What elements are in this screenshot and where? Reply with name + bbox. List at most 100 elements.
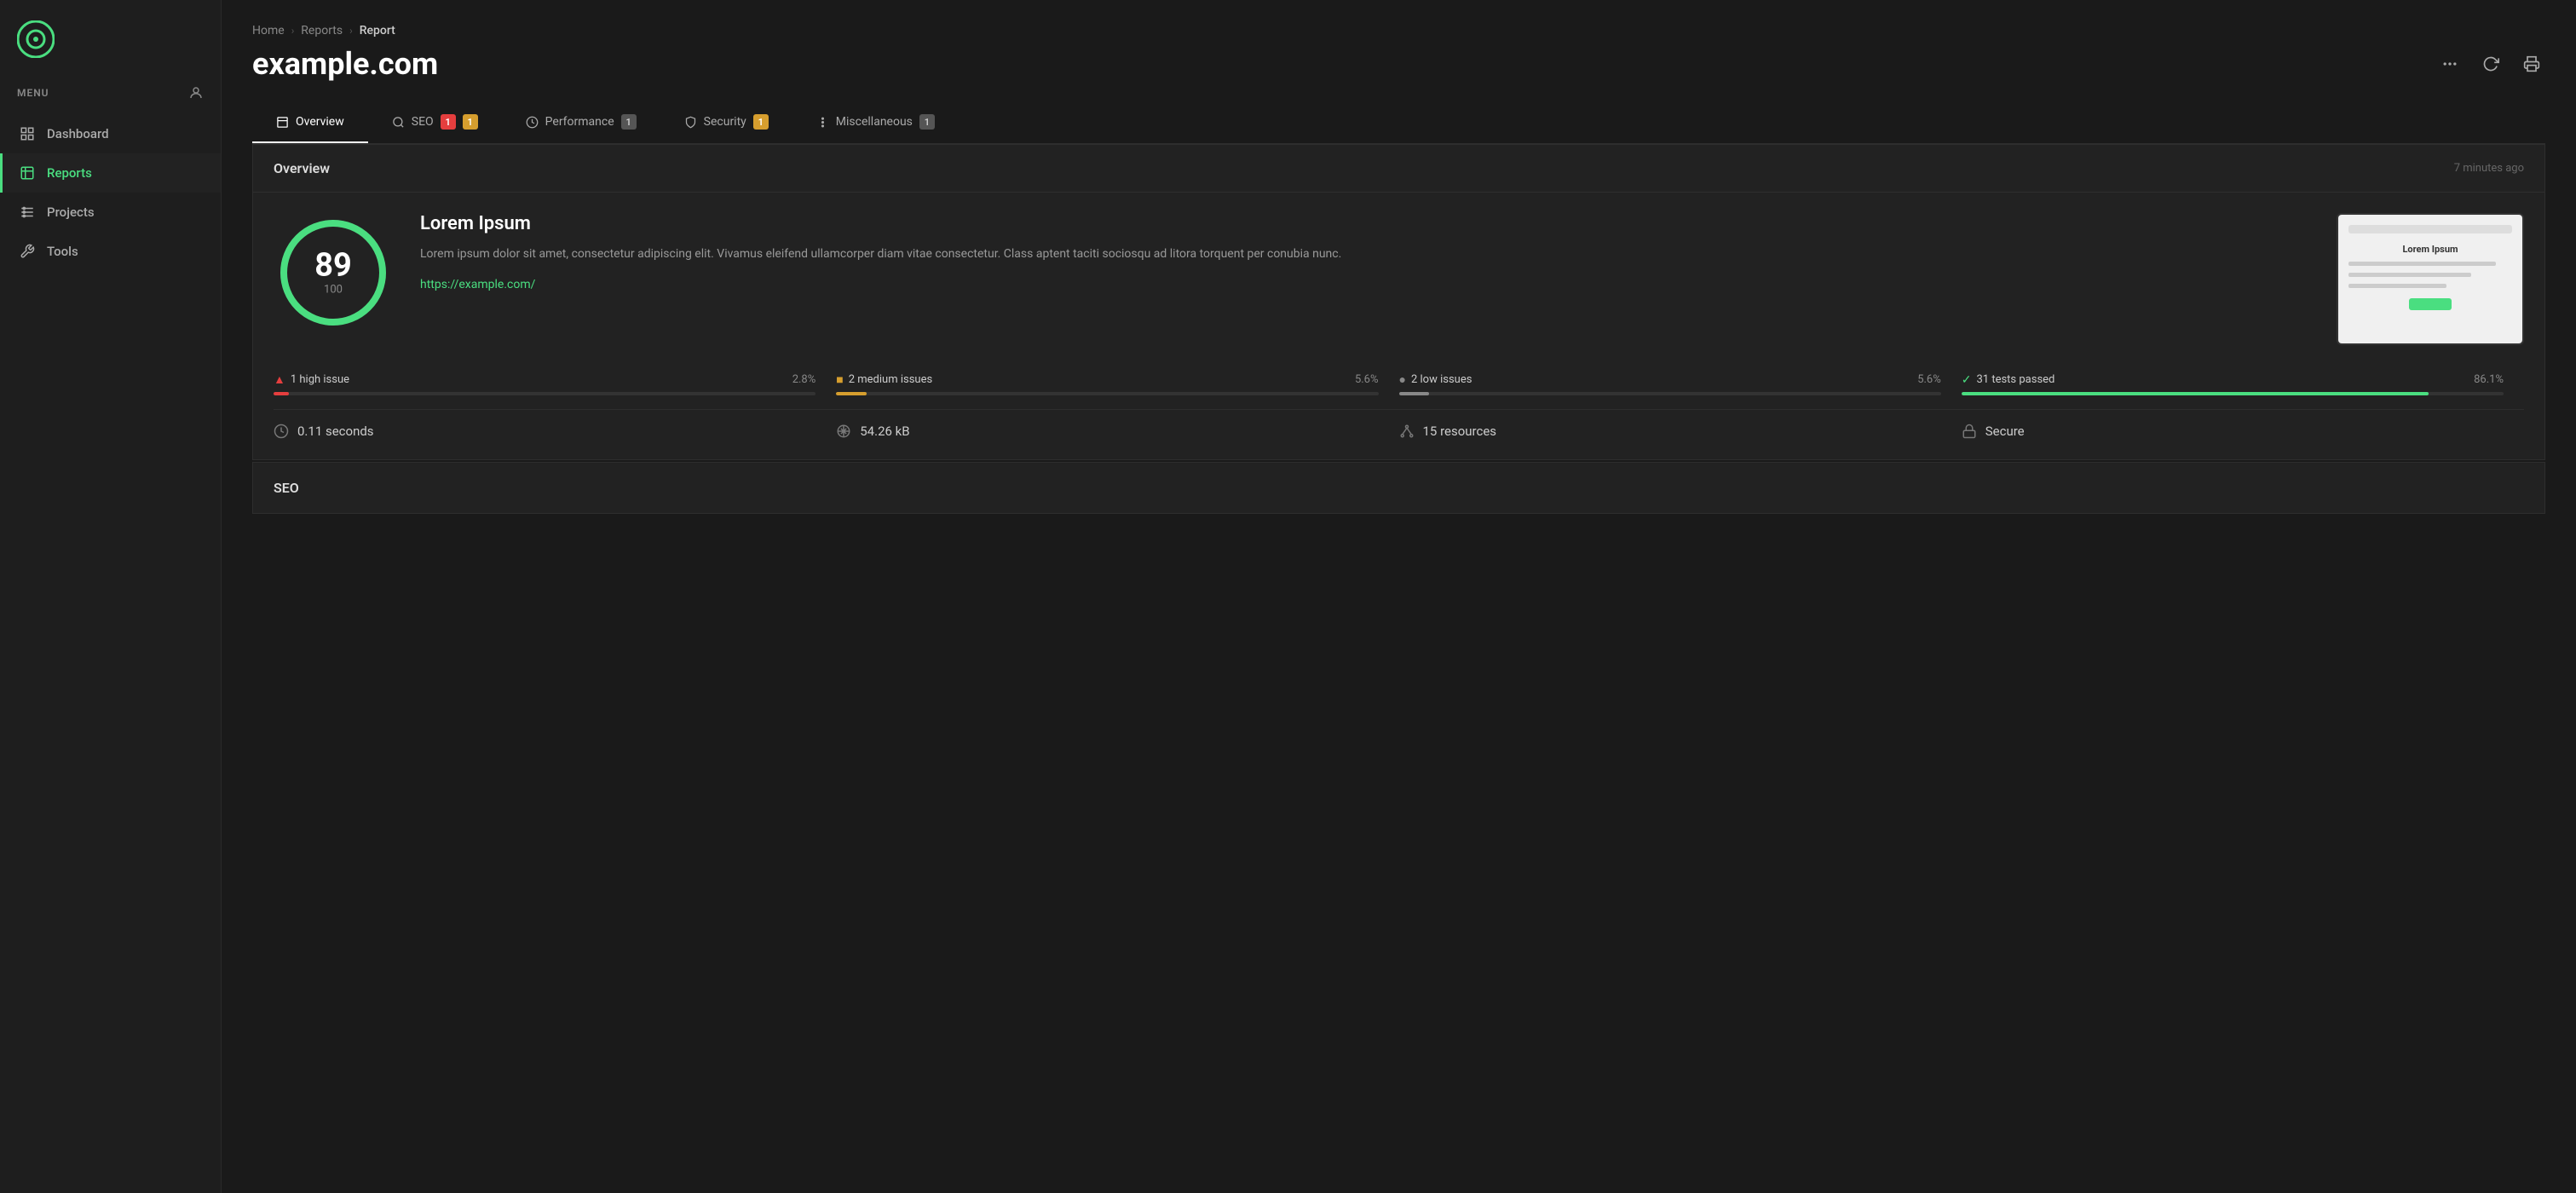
seo-section-header: SEO: [253, 463, 2544, 513]
more-button[interactable]: [2436, 50, 2464, 78]
metric-size: 54.26 kB: [836, 424, 1398, 439]
low-issue-bar-fill: [1399, 392, 1430, 395]
passed-pct: 86.1%: [2474, 373, 2504, 386]
breadcrumb: Home › Reports › Report: [252, 24, 2545, 37]
metric-time: 0.11 seconds: [274, 424, 836, 439]
logo: [0, 0, 221, 78]
preview-line-2: [2348, 273, 2471, 277]
projects-icon: [20, 205, 35, 220]
medium-issue-bar-track: [836, 392, 1378, 395]
metric-resources: 15 resources: [1399, 424, 1962, 439]
main-content: Home › Reports › Report example.com: [222, 0, 2576, 1193]
overview-top: 89 100 Lorem Ipsum Lorem ipsum dolor sit…: [274, 213, 2524, 345]
preview-thumbnail: Lorem Ipsum: [2337, 213, 2524, 345]
high-issue-pct: 2.8%: [792, 373, 816, 386]
issues-row: ▲ 1 high issue 2.8% ■: [274, 372, 2524, 395]
score-inner: 89 100: [314, 250, 352, 297]
dashboard-icon: [20, 126, 35, 141]
metric-time-value: 0.11 seconds: [297, 424, 374, 439]
tab-overview-label: Overview: [296, 115, 344, 129]
metric-size-value: 54.26 kB: [860, 424, 909, 439]
resources-icon: [1399, 424, 1415, 439]
sidebar-nav: Dashboard Reports Projects Tools: [0, 114, 221, 271]
tab-performance[interactable]: Performance 1: [502, 102, 660, 143]
breadcrumb-home[interactable]: Home: [252, 24, 285, 37]
tab-seo[interactable]: SEO 1 1: [368, 102, 502, 143]
seo-badge-red: 1: [441, 114, 456, 130]
seo-section: SEO: [252, 462, 2545, 514]
header-actions: [2436, 50, 2545, 78]
overview-url[interactable]: https://example.com/: [420, 278, 535, 291]
tab-security-label: Security: [704, 115, 746, 129]
tab-security[interactable]: Security 1: [660, 102, 792, 143]
score-value: 89: [314, 250, 352, 282]
overview-section-title: Overview: [274, 160, 330, 176]
scale-icon: [836, 424, 851, 439]
performance-badge: 1: [621, 114, 637, 130]
tabs: Overview SEO 1 1 Performance 1: [252, 102, 2545, 144]
breadcrumb-sep-1: ›: [291, 25, 295, 37]
timer-icon: [274, 424, 289, 439]
high-issue-label: 1 high issue: [291, 373, 349, 386]
score-circle: 89 100: [274, 213, 393, 332]
tab-miscellaneous[interactable]: Miscellaneous 1: [792, 102, 959, 143]
medium-issue-pct: 5.6%: [1355, 373, 1379, 386]
tab-seo-label: SEO: [412, 115, 434, 129]
breadcrumb-sep-2: ›: [349, 25, 353, 37]
projects-label: Projects: [47, 205, 95, 220]
sidebar: MENU Dashboard Reports Projects: [0, 0, 222, 1193]
preview-cta-button: [2409, 298, 2452, 310]
tab-overview[interactable]: Overview: [252, 102, 368, 143]
score-total: 100: [314, 284, 352, 297]
page-title: example.com: [252, 46, 438, 82]
sidebar-item-tools[interactable]: Tools: [0, 232, 221, 271]
reports-icon: [20, 165, 35, 181]
low-issue-icon: ●: [1399, 372, 1406, 387]
high-issue-bar-track: [274, 392, 815, 395]
metrics-row: 0.11 seconds 54.26 kB: [274, 409, 2524, 439]
sidebar-item-projects[interactable]: Projects: [0, 193, 221, 232]
issue-medium: ■ 2 medium issues 5.6%: [836, 372, 1398, 395]
overview-section-header: Overview 7 minutes ago: [253, 145, 2544, 193]
overview-site-name: Lorem Ipsum: [420, 213, 2309, 234]
overview-timestamp: 7 minutes ago: [2454, 162, 2524, 175]
preview-line-3: [2348, 284, 2446, 288]
medium-issue-icon: ■: [836, 372, 843, 387]
print-icon: [2523, 55, 2540, 72]
issue-low: ● 2 low issues 5.6%: [1399, 372, 1962, 395]
seo-badge-yellow: 1: [463, 114, 478, 130]
passed-icon: ✓: [1962, 373, 1972, 387]
overview-section: Overview 7 minutes ago 89: [252, 144, 2545, 460]
sidebar-item-dashboard[interactable]: Dashboard: [0, 114, 221, 153]
overview-description: Lorem ipsum dolor sit amet, consectetur …: [420, 245, 2309, 263]
breadcrumb-reports[interactable]: Reports: [301, 24, 343, 37]
preview-line-1: [2348, 262, 2496, 266]
seo-icon: [392, 116, 405, 129]
menu-header: MENU: [0, 78, 221, 114]
overview-body: 89 100 Lorem Ipsum Lorem ipsum dolor sit…: [253, 193, 2544, 459]
sidebar-item-reports[interactable]: Reports: [0, 153, 221, 193]
high-issue-bar-fill: [274, 392, 289, 395]
low-issue-label: 2 low issues: [1411, 373, 1472, 386]
issue-high: ▲ 1 high issue 2.8%: [274, 372, 836, 395]
low-issue-bar-track: [1399, 392, 1941, 395]
passed-label: 31 tests passed: [1976, 373, 2054, 386]
print-button[interactable]: [2518, 50, 2545, 78]
tab-misc-label: Miscellaneous: [836, 115, 913, 129]
performance-icon: [526, 116, 539, 129]
issue-passed: ✓ 31 tests passed 86.1%: [1962, 373, 2524, 395]
tools-icon: [20, 244, 35, 259]
preview-topbar: [2348, 225, 2512, 233]
preview-site-title: Lorem Ipsum: [2348, 244, 2512, 255]
passed-bar-track: [1962, 392, 2504, 395]
overview-icon: [276, 116, 289, 129]
tab-performance-label: Performance: [545, 115, 614, 129]
misc-icon: [816, 116, 829, 129]
reports-label: Reports: [47, 165, 92, 181]
refresh-button[interactable]: [2477, 50, 2504, 78]
metric-secure: Secure: [1962, 424, 2524, 439]
dashboard-label: Dashboard: [47, 126, 109, 141]
user-icon[interactable]: [188, 85, 204, 101]
refresh-icon: [2482, 55, 2499, 72]
passed-bar-fill: [1962, 392, 2429, 395]
